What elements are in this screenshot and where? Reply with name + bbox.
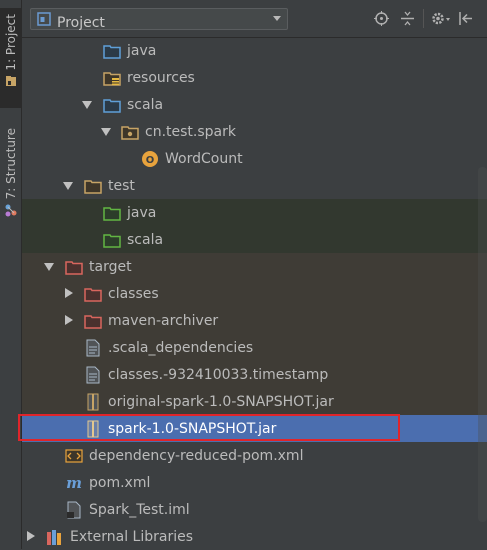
svg-text:m: m [66, 474, 82, 492]
header-divider [423, 9, 424, 28]
tree-item-dependency-pom[interactable]: dependency-reduced-pom.xml [22, 442, 487, 469]
tree-item-test[interactable]: test [22, 172, 487, 199]
tree-item-label: scala [127, 232, 164, 248]
tree-item-label: java [127, 205, 157, 221]
package-icon [121, 126, 139, 140]
project-tab-icon [5, 75, 16, 86]
xml-file-icon [65, 449, 83, 463]
tree-item-label: original-spark-1.0-SNAPSHOT.jar [108, 394, 334, 410]
chevron-down-icon [273, 16, 281, 21]
tree-item-pom[interactable]: m pom.xml [22, 469, 487, 496]
tree-item-java[interactable]: java [22, 37, 487, 64]
test-folder-icon [103, 207, 121, 221]
project-panel-header: Project [22, 0, 487, 38]
expand-arrow-icon[interactable] [101, 128, 111, 136]
tree-item-label: Spark_Test.iml [89, 502, 190, 518]
tree-item-label: cn.test.spark [145, 124, 236, 140]
project-view-selector[interactable]: Project [30, 8, 288, 31]
project-tool-tab[interactable]: 1: Project [0, 8, 21, 108]
tree-item-label: .scala_dependencies [108, 340, 254, 356]
tree-item-package[interactable]: cn.test.spark [22, 118, 487, 145]
tree-item-label: java [127, 43, 157, 59]
tree-item-label: maven-archiver [108, 313, 219, 329]
tree-item-spark-jar[interactable]: spark-1.0-SNAPSHOT.jar [22, 415, 487, 442]
text-file-icon [86, 339, 100, 357]
jar-icon [87, 420, 99, 438]
locate-icon[interactable] [374, 11, 389, 26]
folder-icon [84, 180, 102, 194]
tool-window-strip: 1: Project 7: Structure [0, 0, 22, 549]
collapse-all-icon[interactable] [400, 11, 415, 26]
tree-item-maven-archiver[interactable]: maven-archiver [22, 307, 487, 334]
structure-tab-icon [5, 204, 16, 217]
tree-item-label: spark-1.0-SNAPSHOT.jar [108, 421, 277, 437]
excluded-folder-icon [84, 288, 102, 302]
tree-item-label: resources [127, 70, 195, 86]
text-file-icon [86, 366, 100, 384]
expand-arrow-icon[interactable] [65, 315, 73, 325]
vertical-scrollbar[interactable] [478, 167, 487, 522]
folder-icon [103, 99, 121, 113]
tree-item-scala-dependencies[interactable]: .scala_dependencies [22, 334, 487, 361]
tree-item-test-java[interactable]: java [22, 199, 487, 226]
expand-arrow-icon[interactable] [63, 182, 73, 190]
tree-item-iml[interactable]: Spark_Test.iml [22, 496, 487, 523]
tree-item-wordcount[interactable]: O WordCount [22, 145, 487, 172]
tree-item-label: pom.xml [89, 475, 151, 491]
libraries-icon [47, 530, 61, 545]
project-view-icon [37, 12, 51, 26]
tree-item-original-jar[interactable]: original-spark-1.0-SNAPSHOT.jar [22, 388, 487, 415]
tree-item-label: classes [108, 286, 159, 302]
tree-item-label: scala [127, 97, 164, 113]
module-file-icon [67, 501, 81, 519]
tree-item-label: target [89, 259, 132, 275]
folder-icon [103, 45, 121, 59]
svg-text:O: O [146, 155, 155, 166]
excluded-folder-icon [65, 261, 83, 275]
scala-object-icon: O [142, 151, 158, 167]
tree-item-label: WordCount [165, 151, 243, 167]
tree-item-timestamp[interactable]: classes.-932410033.timestamp [22, 361, 487, 388]
resources-folder-icon [103, 72, 121, 86]
project-tab-label: 1: Project [3, 14, 18, 71]
expand-arrow-icon[interactable] [82, 101, 92, 109]
tree-item-resources[interactable]: resources [22, 64, 487, 91]
test-folder-icon [103, 234, 121, 248]
project-view-label: Project [57, 15, 105, 31]
project-tree: java resources scala cn.test.spark O Wor… [22, 37, 487, 549]
tree-item-target[interactable]: target [22, 253, 487, 280]
jar-icon [87, 393, 99, 411]
tree-item-test-scala[interactable]: scala [22, 226, 487, 253]
structure-tool-tab[interactable]: 7: Structure [0, 128, 21, 223]
gear-icon[interactable] [431, 11, 451, 26]
tree-item-label: External Libraries [70, 529, 193, 545]
tree-item-external-libraries[interactable]: External Libraries [22, 523, 487, 550]
hide-panel-icon[interactable] [458, 11, 473, 26]
tree-item-label: dependency-reduced-pom.xml [89, 448, 304, 464]
tree-item-classes[interactable]: classes [22, 280, 487, 307]
tree-item-label: classes.-932410033.timestamp [108, 367, 329, 383]
expand-arrow-icon[interactable] [27, 531, 35, 541]
structure-tab-label: 7: Structure [3, 128, 18, 200]
expand-arrow-icon[interactable] [65, 288, 73, 298]
maven-icon: m [66, 474, 82, 492]
excluded-folder-icon [84, 315, 102, 329]
tree-item-scala[interactable]: scala [22, 91, 487, 118]
tree-item-label: test [108, 178, 135, 194]
expand-arrow-icon[interactable] [44, 263, 54, 271]
